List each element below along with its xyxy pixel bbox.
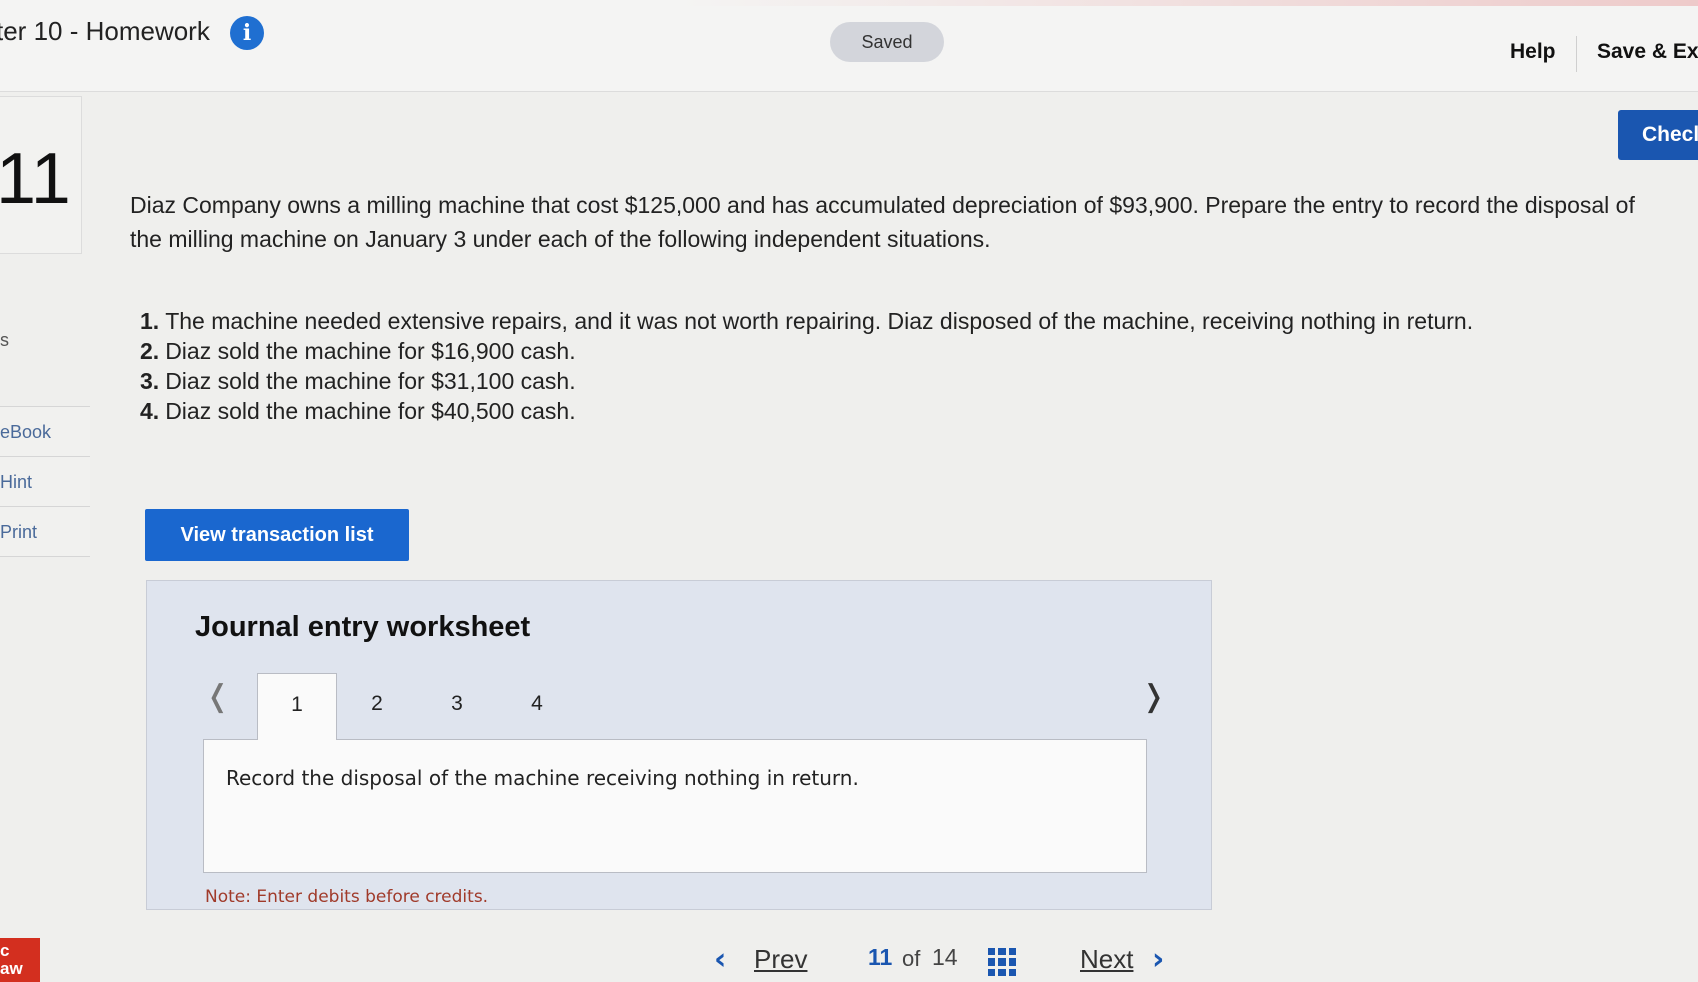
tab-4[interactable]: 4 <box>497 673 577 733</box>
sidebar-tool-ebook[interactable]: eBook <box>0 407 90 457</box>
worksheet-title: Journal entry worksheet <box>195 611 531 643</box>
question-number: 11 <box>0 139 71 219</box>
task-text: Diaz sold the machine for $31,100 cash. <box>165 368 576 394</box>
footer-navigation: ‹ Prev 11 of 14 Next › <box>0 940 1698 982</box>
info-icon[interactable]: i <box>230 16 264 50</box>
worksheet-instruction: Record the disposal of the machine recei… <box>226 766 859 790</box>
task-text: The machine needed extensive repairs, an… <box>165 308 1474 334</box>
task-number: 4. <box>140 398 160 424</box>
next-button[interactable]: Next <box>1080 944 1133 975</box>
chevron-left-icon[interactable]: ❬ <box>205 679 230 714</box>
task-number: 1. <box>140 308 160 334</box>
chevron-left-icon[interactable]: ‹ <box>714 942 726 977</box>
task-number: 2. <box>140 338 160 364</box>
total-pages: 14 <box>932 944 958 970</box>
save-exit-button[interactable]: Save & Ex <box>1597 40 1698 64</box>
task-text: Diaz sold the machine for $16,900 cash. <box>165 338 576 364</box>
assignment-title: ter 10 - Homework <box>0 16 210 46</box>
prev-button[interactable]: Prev <box>754 944 807 975</box>
list-item: 3. Diaz sold the machine for $31,100 cash… <box>140 366 1640 396</box>
tab-2[interactable]: 2 <box>337 673 417 733</box>
current-page: 11 <box>868 944 893 970</box>
journal-entry-worksheet: Journal entry worksheet ❬ 1 2 3 4 ❭ Reco… <box>146 580 1212 910</box>
question-prompt: Diaz Company owns a milling machine that… <box>130 192 1635 252</box>
tab-1[interactable]: 1 <box>257 673 337 740</box>
top-accent-strip <box>0 0 1698 6</box>
grid-icon[interactable] <box>988 948 1016 976</box>
top-bar: ter 10 - Homework i Saved Help Save & Ex <box>0 0 1698 92</box>
sidebar-partial-label: s <box>0 330 9 350</box>
view-transaction-list-button[interactable]: View transaction list <box>145 509 409 561</box>
help-button[interactable]: Help <box>1510 40 1556 64</box>
page-of-label: of <box>902 946 921 971</box>
task-text: Diaz sold the machine for $40,500 cash. <box>165 398 576 424</box>
saved-status-badge: Saved <box>830 22 944 62</box>
task-number: 3. <box>140 368 160 394</box>
check-my-work-button[interactable]: Checl <box>1618 110 1698 160</box>
chevron-right-icon[interactable]: ❭ <box>1141 679 1166 714</box>
header-divider <box>1576 36 1577 72</box>
tab-3[interactable]: 3 <box>417 673 497 733</box>
worksheet-panel: Record the disposal of the machine recei… <box>203 739 1147 873</box>
list-item: 2. Diaz sold the machine for $16,900 cash… <box>140 336 1640 366</box>
worksheet-note: Note: Enter debits before credits. <box>205 887 489 907</box>
task-list: 1. The machine needed extensive repairs, … <box>140 306 1640 426</box>
sidebar-tool-hint[interactable]: Hint <box>0 457 90 507</box>
sidebar-tools: eBook Hint Print <box>0 406 90 557</box>
chevron-right-icon[interactable]: › <box>1152 942 1164 977</box>
list-item: 1. The machine needed extensive repairs, … <box>140 306 1640 336</box>
sidebar-tool-print[interactable]: Print <box>0 507 90 557</box>
list-item: 4. Diaz sold the machine for $40,500 cash… <box>140 396 1640 426</box>
